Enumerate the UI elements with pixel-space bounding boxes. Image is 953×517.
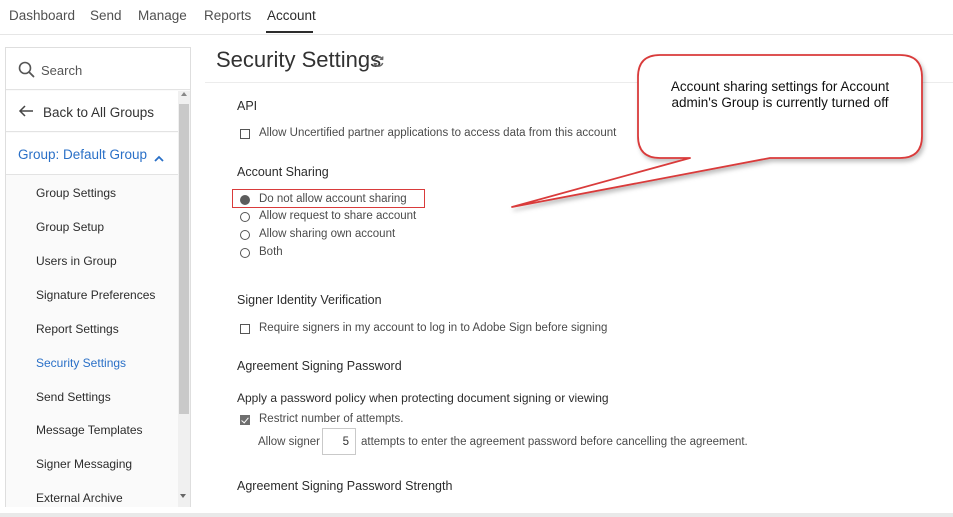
callout-text: Account sharing settings for Account adm… [670,79,890,110]
callout-bubble [511,54,923,208]
